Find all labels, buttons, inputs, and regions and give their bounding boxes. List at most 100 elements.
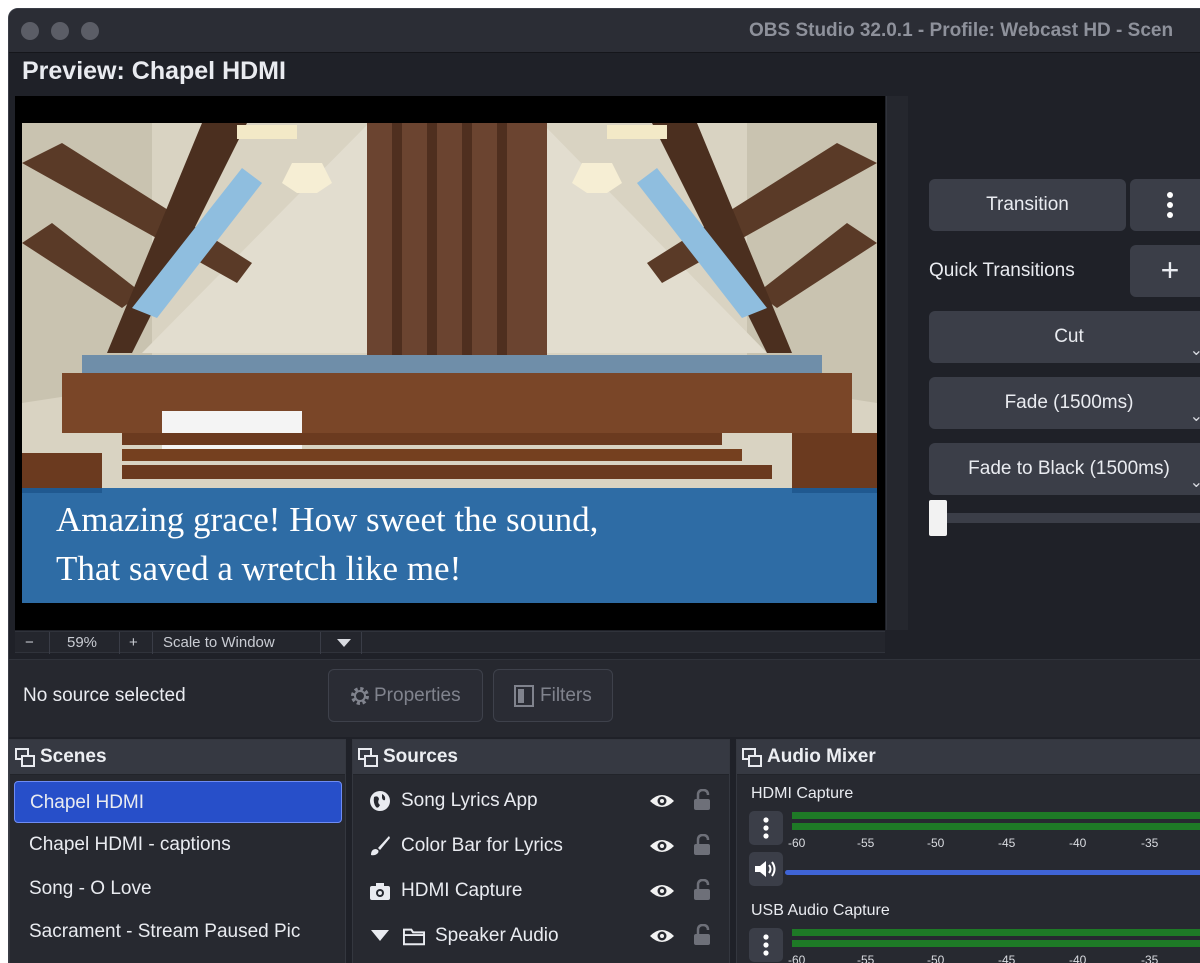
eye-icon[interactable] <box>649 793 675 809</box>
preview-title: Preview: Chapel HDMI <box>22 57 286 85</box>
source-label: HDMI Capture <box>401 880 523 901</box>
meter-tick: -45 <box>998 836 1016 850</box>
kebab-icon <box>763 817 769 839</box>
quick-transition-label: Fade to Black (1500ms) <box>968 458 1170 479</box>
transition-button[interactable]: Transition <box>929 179 1126 231</box>
quick-transition-label: Cut <box>1054 326 1084 347</box>
eye-icon[interactable] <box>649 883 675 899</box>
lyrics-color-bar: Amazing grace! How sweet the sound, That… <box>22 488 877 603</box>
sources-title: Sources <box>383 746 458 767</box>
quick-transition-cut[interactable]: Cut ⌄ <box>929 311 1200 363</box>
audio-mixer-dock-header: Audio Mixer <box>737 740 1200 775</box>
chevron-down-icon: ⌄ <box>1190 457 1200 509</box>
dock-float-icon[interactable] <box>358 748 378 768</box>
plus-icon: + <box>1160 252 1180 288</box>
chevron-down-icon: ⌄ <box>1190 325 1200 377</box>
meter-tick: -55 <box>857 953 875 963</box>
meter-tick: -60 <box>788 836 806 850</box>
globe-icon <box>370 791 390 811</box>
dock-float-icon[interactable] <box>742 748 762 768</box>
mixer-channel-menu-button[interactable] <box>749 811 783 845</box>
lyric-line-1: Amazing grace! How sweet the sound, <box>56 500 599 539</box>
source-label: Song Lyrics App <box>401 790 538 811</box>
unlocked-icon[interactable] <box>692 789 712 811</box>
minimize-window-button[interactable] <box>51 22 69 40</box>
folder-icon <box>403 928 425 946</box>
transition-slider-handle[interactable] <box>929 500 947 536</box>
title-bar: OBS Studio 32.0.1 - Profile: Webcast HD … <box>9 9 1200 53</box>
window-title: OBS Studio 32.0.1 - Profile: Webcast HD … <box>749 20 1174 41</box>
unlocked-icon[interactable] <box>692 834 712 856</box>
properties-button[interactable]: Properties <box>328 669 483 722</box>
source-status: No source selected <box>23 685 186 706</box>
source-label: Color Bar for Lyrics <box>401 835 563 856</box>
zoom-out-button[interactable]: − <box>25 634 34 651</box>
eye-icon[interactable] <box>649 838 675 854</box>
scene-item[interactable]: Chapel HDMI - captions <box>14 824 342 866</box>
mixer-channel-name: HDMI Capture <box>751 785 854 802</box>
audio-mixer-dock: Audio Mixer HDMI Capture -60 -55 -50 -45… <box>736 739 1200 963</box>
meter-tick: -35 <box>1141 953 1159 963</box>
brush-icon <box>371 836 390 856</box>
zoom-level: 59% <box>67 634 98 651</box>
filters-button[interactable]: Filters <box>493 669 613 722</box>
scenes-dock: Scenes Chapel HDMI Chapel HDMI - caption… <box>9 739 346 963</box>
kebab-icon <box>1167 192 1173 218</box>
unlocked-icon[interactable] <box>692 924 712 946</box>
preview-scrollbar[interactable] <box>886 96 908 630</box>
quick-transition-fade[interactable]: Fade (1500ms) ⌄ <box>929 377 1200 429</box>
scenes-title: Scenes <box>40 746 107 767</box>
audio-meter-bar <box>792 940 1200 947</box>
audio-meter-bar <box>792 812 1200 819</box>
preview-image: Amazing grace! How sweet the sound, That… <box>22 123 877 603</box>
scene-item[interactable]: Chapel HDMI <box>14 781 342 823</box>
mixer-channel-menu-button[interactable] <box>749 928 783 962</box>
scene-item[interactable]: Sacrament - Stream Paused Pic <box>14 911 342 953</box>
expand-triangle-icon[interactable] <box>371 930 389 942</box>
source-item[interactable]: Color Bar for Lyrics <box>353 824 728 868</box>
obs-window: OBS Studio 32.0.1 - Profile: Webcast HD … <box>8 8 1200 963</box>
quick-transition-label: Fade (1500ms) <box>1004 392 1134 413</box>
mute-button[interactable] <box>749 852 783 886</box>
unlocked-icon[interactable] <box>692 879 712 901</box>
source-item[interactable]: Song Lyrics App <box>353 779 728 823</box>
properties-label: Properties <box>374 685 461 706</box>
scenes-dock-header: Scenes <box>10 740 345 775</box>
meter-tick: -60 <box>788 953 806 963</box>
dock-float-icon[interactable] <box>15 748 35 768</box>
quick-transitions-label: Quick Transitions <box>929 260 1075 281</box>
preview-canvas[interactable]: Amazing grace! How sweet the sound, That… <box>15 96 885 630</box>
audio-meter-bar <box>792 823 1200 830</box>
speaker-icon <box>755 861 776 877</box>
eye-icon[interactable] <box>649 928 675 944</box>
meter-tick: -35 <box>1141 836 1159 850</box>
scale-mode-select[interactable]: Scale to Window <box>163 634 275 651</box>
volume-slider[interactable] <box>785 870 1200 875</box>
audio-meter-bar <box>792 929 1200 936</box>
meter-tick: -40 <box>1069 953 1087 963</box>
kebab-icon <box>763 934 769 956</box>
mixer-channel-name: USB Audio Capture <box>751 902 890 919</box>
filter-icon <box>514 685 534 707</box>
sources-dock: Sources Song Lyrics App Color Bar for Ly… <box>352 739 730 963</box>
close-window-button[interactable] <box>21 22 39 40</box>
transition-slider-track[interactable] <box>929 513 1200 523</box>
filters-label: Filters <box>540 685 592 706</box>
meter-tick: -55 <box>857 836 875 850</box>
gear-icon <box>351 687 369 705</box>
scene-item[interactable]: Song - O Love <box>14 868 342 910</box>
chevron-down-icon: ⌄ <box>1190 391 1200 443</box>
zoom-in-button[interactable]: + <box>129 634 138 651</box>
sources-dock-header: Sources <box>353 740 729 775</box>
add-quick-transition-button[interactable]: + <box>1130 245 1200 297</box>
source-label: Speaker Audio <box>435 925 559 946</box>
zoom-window-button[interactable] <box>81 22 99 40</box>
scale-mode-dropdown-icon[interactable] <box>337 639 351 647</box>
meter-tick: -50 <box>927 836 945 850</box>
quick-transition-fade-to-black[interactable]: Fade to Black (1500ms) ⌄ <box>929 443 1200 495</box>
meter-tick: -40 <box>1069 836 1087 850</box>
transition-options-button[interactable] <box>1130 179 1200 231</box>
audio-mixer-title: Audio Mixer <box>767 746 876 767</box>
source-item[interactable]: HDMI Capture <box>353 869 728 913</box>
source-item[interactable]: Speaker Audio <box>353 914 728 958</box>
